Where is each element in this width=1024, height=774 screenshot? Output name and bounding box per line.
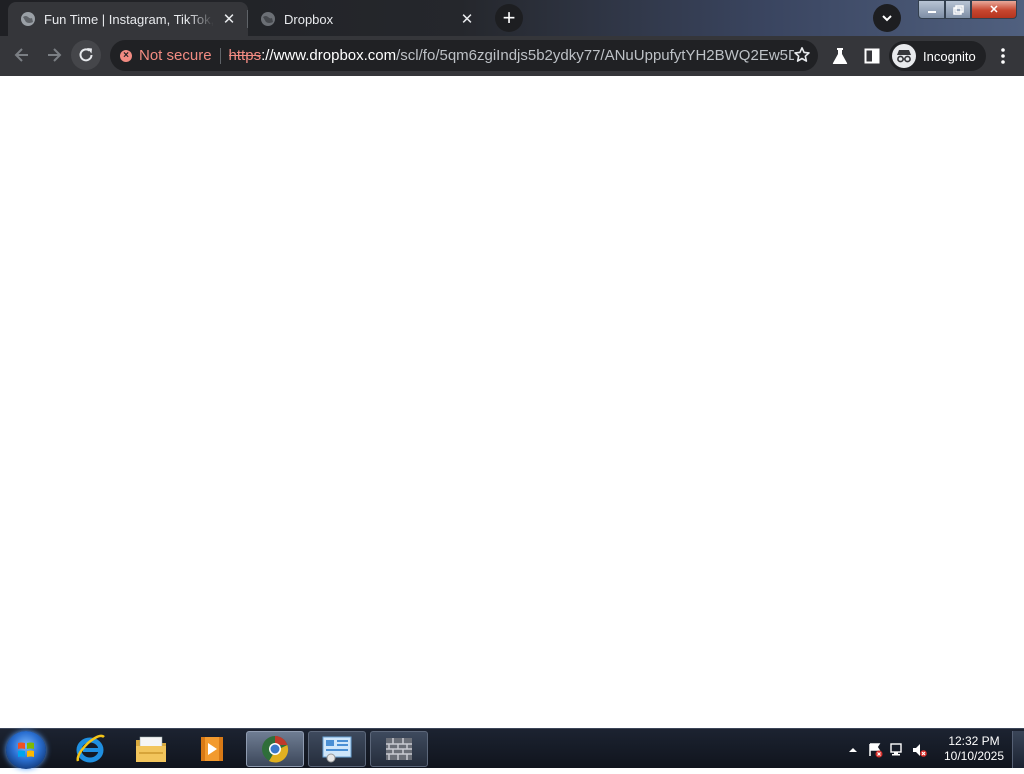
tab-dropbox[interactable]: Dropbox ✕ <box>248 2 486 36</box>
url-scheme: https <box>228 47 262 64</box>
taskbar-control-panel[interactable] <box>308 731 366 767</box>
network-icon[interactable] <box>886 740 908 760</box>
taskbar-file-explorer[interactable] <box>122 731 180 767</box>
omnibox-divider <box>219 47 221 64</box>
tab-fun-time[interactable]: Fun Time | Instagram, TikTok, Twitter ✕ <box>8 2 248 36</box>
minimize-icon <box>927 10 936 13</box>
error-icon: × <box>120 49 132 62</box>
profile-label: Incognito <box>923 48 976 64</box>
tab-title: Fun Time | Instagram, TikTok, Twitter <box>44 11 214 27</box>
folder-icon <box>136 736 166 762</box>
page-content <box>0 76 1024 728</box>
back-button[interactable] <box>7 40 37 70</box>
star-icon <box>794 47 810 62</box>
system-tray <box>842 737 930 763</box>
side-panel-button[interactable] <box>860 44 884 68</box>
show-desktop-button[interactable] <box>1012 731 1024 768</box>
clock-date: 10/10/2025 <box>943 749 1005 763</box>
arrow-left-icon <box>14 48 28 62</box>
forward-button[interactable] <box>39 40 69 70</box>
action-center-icon[interactable] <box>864 740 886 760</box>
maximize-button[interactable] <box>945 0 971 19</box>
restore-icon <box>952 4 964 15</box>
minimize-button[interactable] <box>918 0 945 19</box>
site-security-chip[interactable]: × Not secure <box>120 47 212 64</box>
profile-incognito-button[interactable]: Incognito <box>889 41 986 71</box>
new-tab-button[interactable]: + <box>495 4 523 32</box>
flask-icon <box>832 48 848 64</box>
reload-button[interactable] <box>71 40 101 70</box>
taskbar-media-player[interactable] <box>183 731 241 767</box>
globe-icon <box>261 12 275 26</box>
taskbar: 12:32 PM 10/10/2025 <box>0 728 1024 769</box>
internet-explorer-icon <box>76 734 105 763</box>
chevron-up-icon <box>849 748 857 752</box>
labs-button[interactable] <box>828 44 852 68</box>
close-icon[interactable]: ✕ <box>220 10 238 28</box>
brick-wall-icon <box>386 738 412 760</box>
url-text[interactable]: https://www.dropbox.com/scl/fo/5qm6zgiIn… <box>229 47 794 64</box>
more-vertical-icon <box>1001 48 1005 64</box>
close-icon[interactable]: ✕ <box>458 10 476 28</box>
url-host: ://www.dropbox.com <box>261 47 397 64</box>
browser-toolbar: × Not secure https://www.dropbox.com/scl… <box>0 36 1024 76</box>
tab-search-button[interactable] <box>873 4 901 32</box>
side-panel-icon <box>864 48 880 64</box>
window-close-button[interactable]: ✕ <box>971 0 1017 19</box>
bookmark-button[interactable] <box>792 45 812 65</box>
media-player-icon <box>201 737 223 761</box>
show-hidden-icons-button[interactable] <box>842 740 864 760</box>
url-path: /scl/fo/5qm6zgiIndjs5b2ydky77/ANuUppufyt… <box>396 47 794 64</box>
arrow-right-icon <box>48 48 62 62</box>
plus-icon: + <box>502 5 516 30</box>
not-secure-label: Not secure <box>139 47 212 64</box>
globe-icon <box>21 12 35 26</box>
chrome-icon <box>262 736 289 763</box>
taskbar-chrome[interactable] <box>246 731 304 767</box>
windows-logo-icon <box>18 742 34 757</box>
chevron-down-icon <box>882 15 892 22</box>
browser-menu-button[interactable] <box>991 44 1015 68</box>
close-icon: ✕ <box>989 4 999 16</box>
clock-time: 12:32 PM <box>948 734 1000 748</box>
reload-icon <box>79 48 93 62</box>
taskbar-firewall[interactable] <box>370 731 428 767</box>
control-panel-icon <box>322 736 352 763</box>
address-bar[interactable]: × Not secure https://www.dropbox.com/scl… <box>110 40 818 71</box>
start-button[interactable] <box>6 731 46 769</box>
taskbar-clock[interactable]: 12:32 PM 10/10/2025 <box>938 734 1010 764</box>
incognito-icon <box>892 44 916 68</box>
window-controls: ✕ <box>918 0 1017 19</box>
tab-title: Dropbox <box>284 11 334 27</box>
taskbar-internet-explorer[interactable] <box>61 731 119 767</box>
tab-strip: Fun Time | Instagram, TikTok, Twitter ✕ … <box>0 0 1024 36</box>
volume-muted-icon[interactable] <box>908 740 930 760</box>
